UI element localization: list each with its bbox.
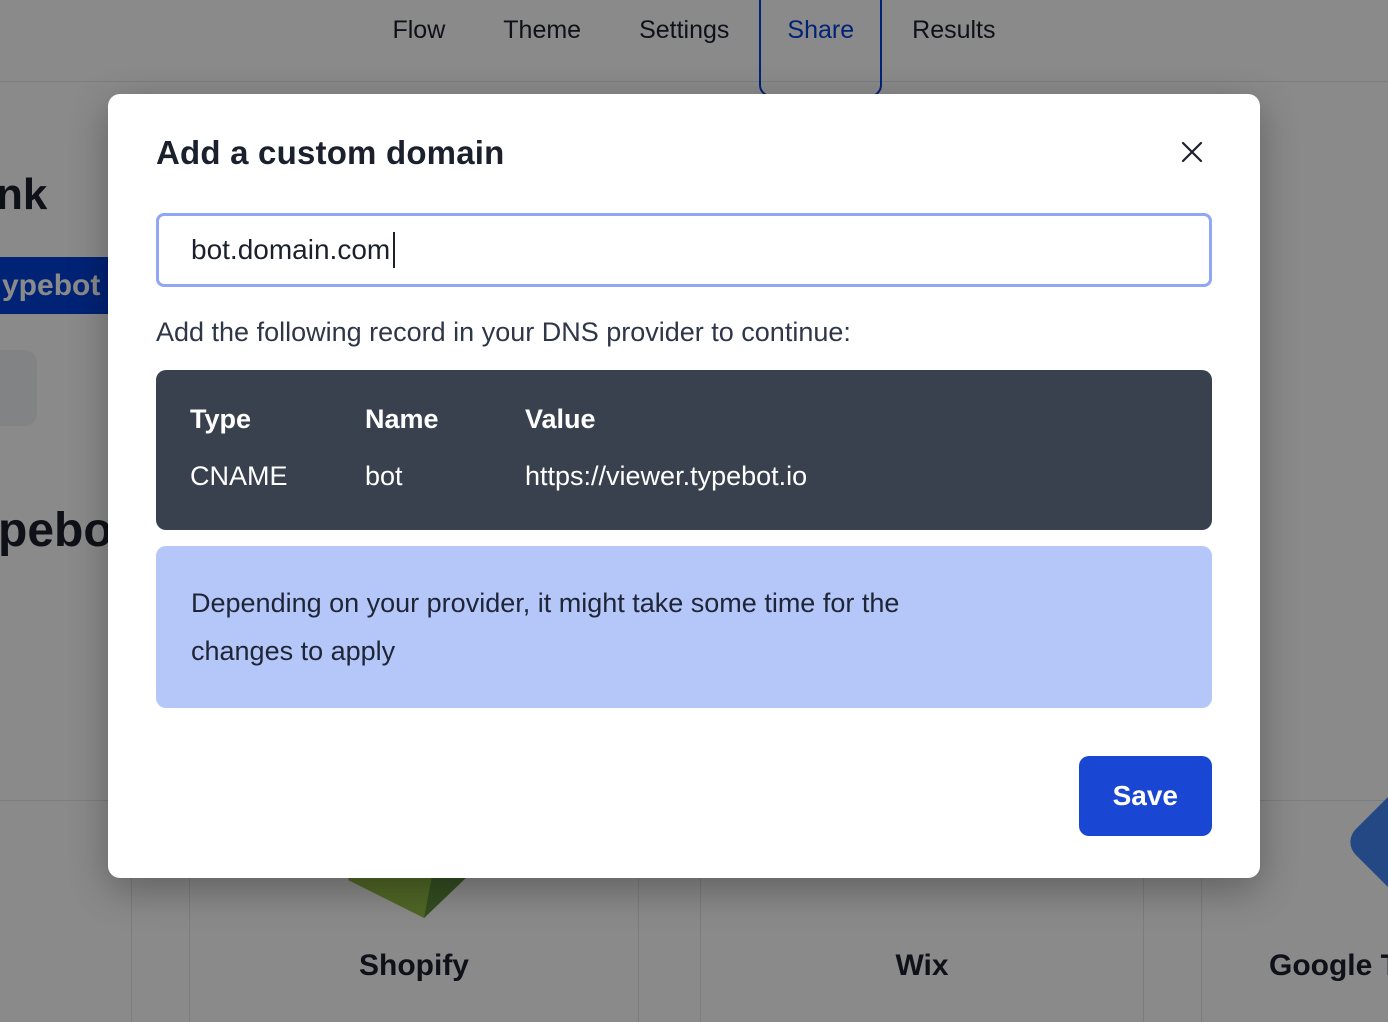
note-line: Depending on your provider, it might tak… — [191, 579, 1177, 627]
dns-record-type: CNAME — [190, 461, 365, 492]
add-custom-domain-modal: Add a custom domain bot.domain.com Add t… — [108, 94, 1260, 878]
dns-header-value: Value — [525, 404, 1178, 435]
custom-domain-input-value: bot.domain.com — [191, 234, 390, 266]
dns-propagation-note: Depending on your provider, it might tak… — [156, 546, 1212, 708]
modal-title: Add a custom domain — [156, 134, 505, 172]
save-button[interactable]: Save — [1079, 756, 1212, 836]
dns-header-name: Name — [365, 404, 525, 435]
typebot-builder-page: Flow Theme Settings Share Results nk ype… — [0, 0, 1388, 1022]
modal-footer: Save — [156, 756, 1212, 836]
dns-record-table: Type Name Value CNAME bot https://viewer… — [156, 370, 1212, 530]
dns-header-type: Type — [190, 404, 365, 435]
dns-record-value: https://viewer.typebot.io — [525, 461, 1178, 492]
close-button[interactable] — [1172, 132, 1212, 175]
note-line: changes to apply — [191, 627, 1177, 675]
dns-instruction-text: Add the following record in your DNS pro… — [156, 317, 1212, 348]
text-cursor — [393, 232, 395, 268]
modal-header: Add a custom domain — [156, 134, 1212, 175]
dns-record-name: bot — [365, 461, 525, 492]
custom-domain-input[interactable]: bot.domain.com — [156, 213, 1212, 287]
close-icon — [1178, 154, 1206, 169]
